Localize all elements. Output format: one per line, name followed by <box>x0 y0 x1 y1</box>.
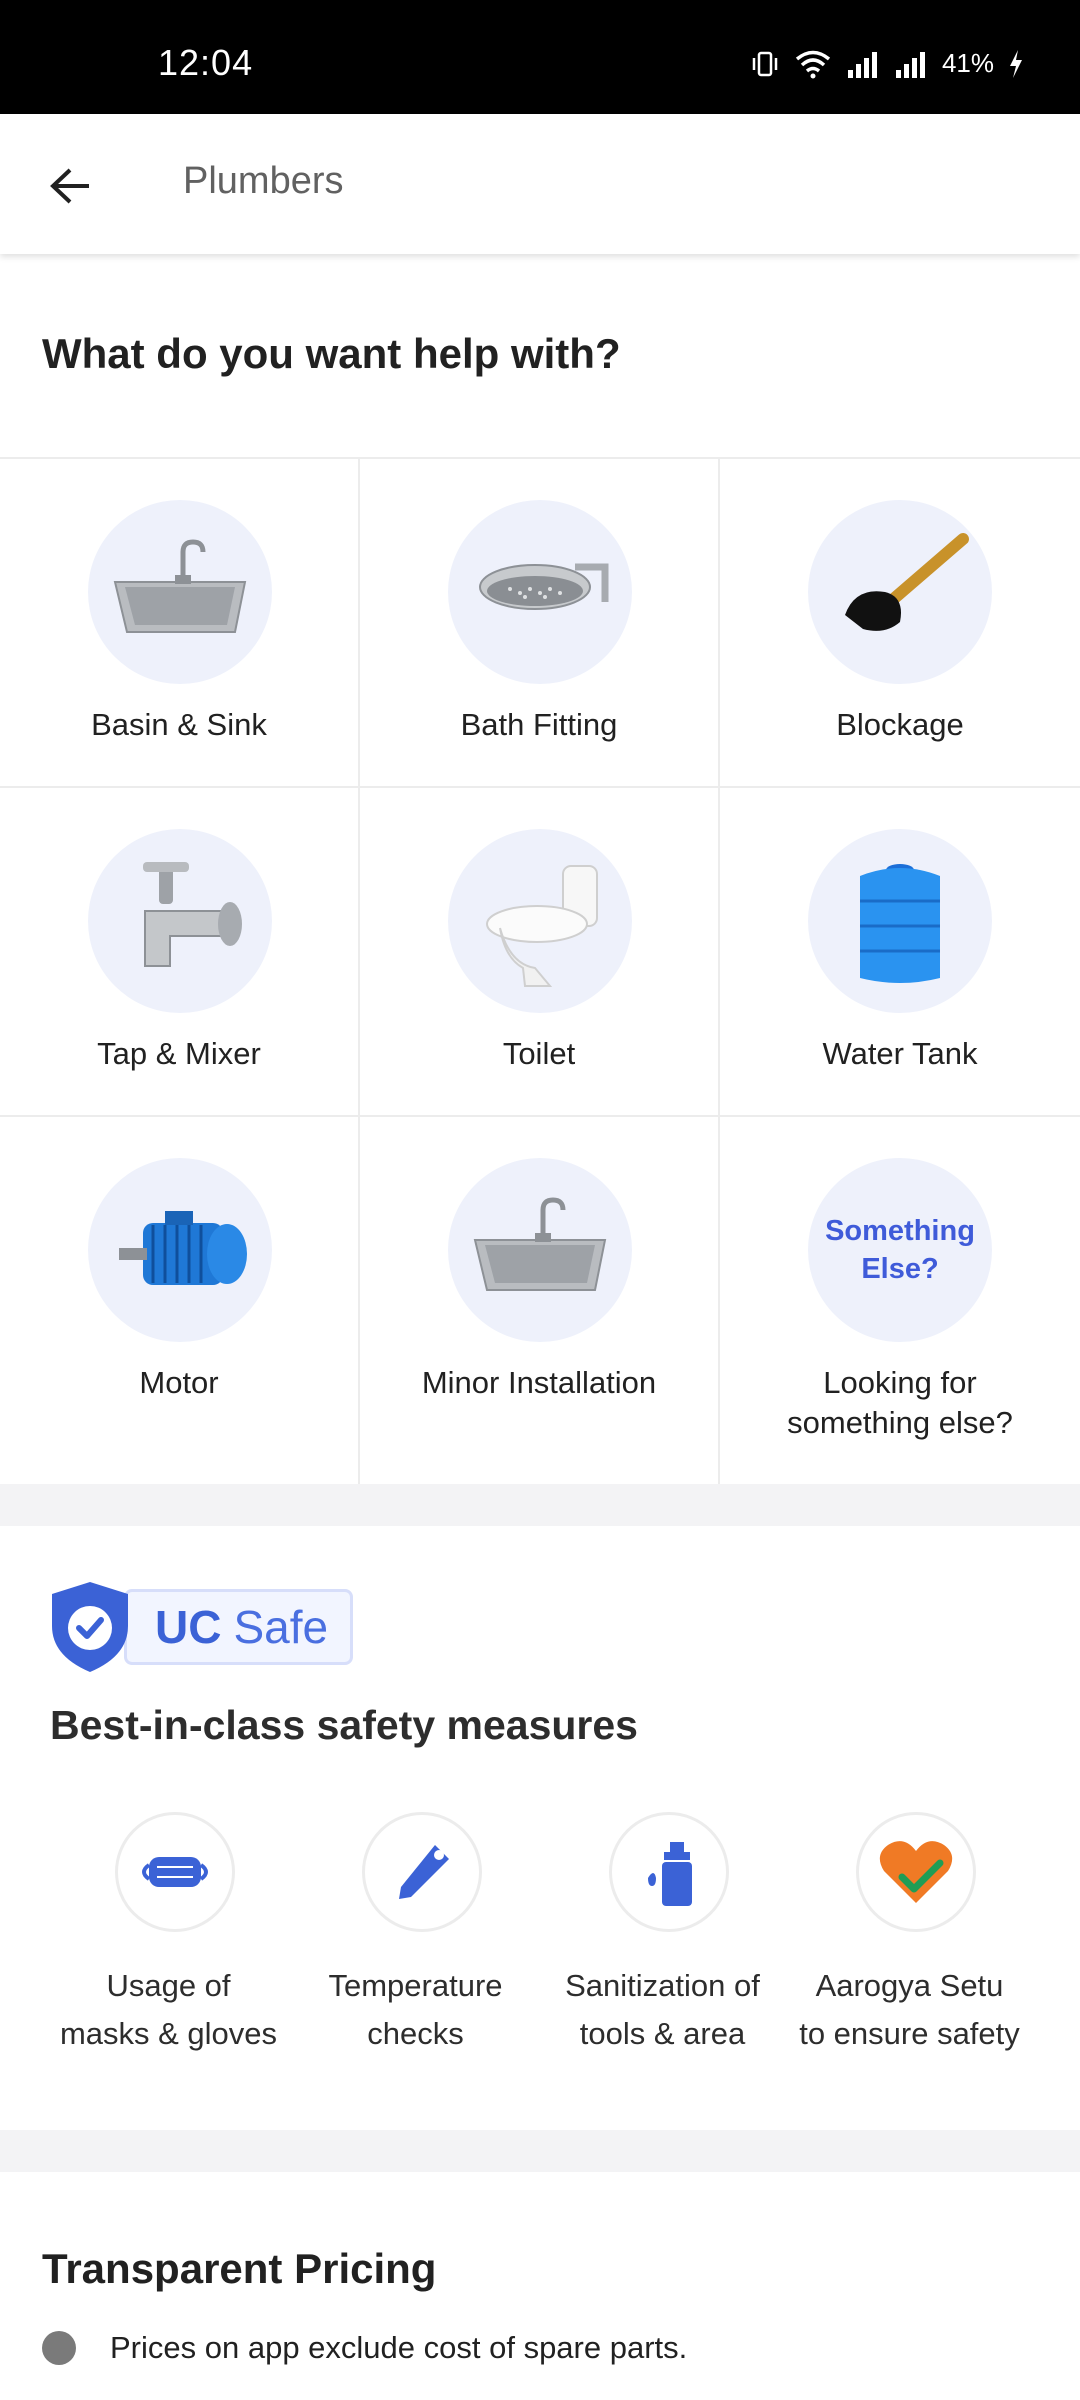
service-water-tank[interactable]: Water Tank <box>720 788 1080 1115</box>
page-title: Plumbers <box>183 160 344 202</box>
label-line-1: Looking for <box>823 1365 977 1400</box>
service-basin-sink[interactable]: Basin & Sink <box>0 459 360 786</box>
section-divider <box>0 1484 1080 1526</box>
section-divider <box>0 2130 1080 2172</box>
signal-icon-2 <box>895 51 925 78</box>
pricing-text: Prices on app exclude cost of spare part… <box>110 2330 688 2365</box>
signal-icon <box>847 51 877 78</box>
plunger-icon <box>808 500 992 684</box>
badge-line-2: Else? <box>861 1253 939 1285</box>
service-toilet[interactable]: Toilet <box>360 788 720 1115</box>
pricing-item: Prices on app exclude cost of spare part… <box>42 2330 687 2366</box>
service-label: Tap & Mixer <box>97 1036 261 1071</box>
vibrate-icon <box>752 51 778 76</box>
measure-line-1: Temperature <box>328 1968 503 2003</box>
heart-check-icon <box>856 1812 976 1932</box>
service-something-else[interactable]: Something Else? Looking for something el… <box>720 1117 1080 1485</box>
help-heading: What do you want help with? <box>42 330 621 377</box>
sink-icon <box>448 1158 632 1342</box>
something-else-badge: Something Else? <box>808 1158 992 1342</box>
status-bar: 12:04 41% <box>0 0 1080 114</box>
measure-aarogya: Aarogya Setu to ensure safety <box>786 1812 1033 2072</box>
app-bar: Plumbers <box>0 114 1080 254</box>
back-button[interactable] <box>40 156 100 216</box>
safety-heading: Best-in-class safety measures <box>50 1702 638 1748</box>
service-motor[interactable]: Motor <box>0 1117 360 1485</box>
service-label: Minor Installation <box>421 1365 657 1400</box>
measure-line-1: Usage of <box>106 1968 231 2003</box>
charging-icon <box>1010 49 1022 78</box>
service-blockage[interactable]: Blockage <box>720 459 1080 786</box>
battery-percent: 41% <box>941 48 994 78</box>
service-label: Toilet <box>502 1036 576 1071</box>
mask-icon <box>115 1812 235 1932</box>
arrow-left-icon <box>50 168 89 204</box>
toilet-icon <box>448 829 632 1013</box>
sanitizer-icon <box>609 1812 729 1932</box>
badge-safe: Safe <box>233 1601 329 1653</box>
service-minor-installation[interactable]: Minor Installation <box>360 1117 720 1485</box>
sink-icon <box>88 500 272 684</box>
motor-icon <box>88 1158 272 1342</box>
measure-line-2: tools & area <box>579 2016 746 2051</box>
service-label: Bath Fitting <box>460 707 618 742</box>
measure-line-2: to ensure safety <box>799 2016 1020 2051</box>
service-label: Motor <box>139 1365 219 1400</box>
measure-line-1: Sanitization of <box>565 1968 760 2003</box>
safety-measures: Usage of masks & gloves Temperature checks… <box>45 1812 1035 2072</box>
measure-temperature: Temperature checks <box>292 1812 539 2072</box>
measure-line-2: checks <box>367 2016 464 2051</box>
status-icons: 41% <box>750 48 1024 79</box>
measure-sanitization: Sanitization of tools & area <box>539 1812 786 2072</box>
status-time: 12:04 <box>158 42 254 83</box>
shower-head-icon <box>448 500 632 684</box>
thermometer-icon <box>362 1812 482 1932</box>
measure-line-2: masks & gloves <box>59 2016 278 2051</box>
service-tap-mixer[interactable]: Tap & Mixer <box>0 788 360 1115</box>
measure-masks: Usage of masks & gloves <box>45 1812 292 2072</box>
measure-line-1: Aarogya Setu <box>815 1968 1004 2003</box>
service-label: Looking for something else? <box>720 1363 1080 1443</box>
service-grid: Basin & Sink Bath Fitting Blockage Tap &… <box>0 457 1080 1485</box>
service-bath-fitting[interactable]: Bath Fitting <box>360 459 720 786</box>
service-label: Blockage <box>836 707 964 742</box>
badge-line-1: Something <box>825 1215 975 1247</box>
pricing-heading: Transparent Pricing <box>42 2245 437 2292</box>
wifi-icon <box>795 50 831 78</box>
uc-safe-badge: UC Safe <box>46 1578 354 1676</box>
service-label: Basin & Sink <box>91 707 267 742</box>
shield-check-icon <box>52 1582 128 1672</box>
tap-icon <box>88 829 272 1013</box>
badge-uc: UC <box>155 1601 222 1653</box>
water-tank-icon <box>808 829 992 1013</box>
label-line-2: something else? <box>787 1405 1013 1440</box>
service-label: Water Tank <box>822 1036 978 1071</box>
bullet-icon <box>42 2331 76 2365</box>
